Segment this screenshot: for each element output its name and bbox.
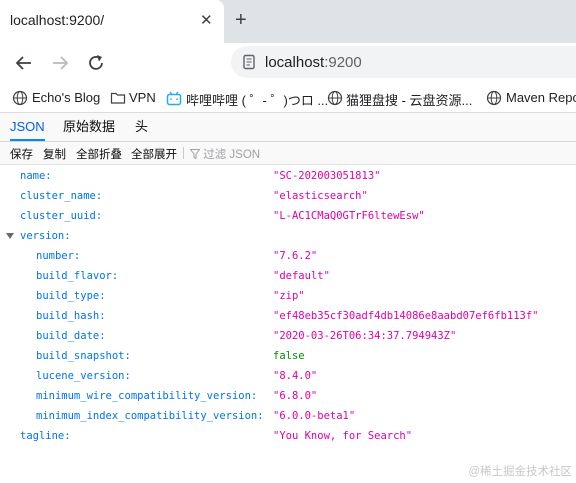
json-key: name: <box>20 170 52 182</box>
json-row[interactable]: name: "SC-202003051813" <box>0 166 576 186</box>
bookmark-label: 哔哩哔哩 ( ゜- ゜)つロ ... <box>186 93 329 108</box>
close-tab-icon[interactable]: ✕ <box>200 11 213 29</box>
json-key: minimum_index_compatibility_version: <box>36 410 264 422</box>
json-value: "zip" <box>273 290 305 302</box>
watermark: @稀土掘金技术社区 <box>468 466 572 478</box>
copy-button[interactable]: 复制 <box>43 146 66 162</box>
bookmark-maoli-pansou[interactable]: 猫狸盘搜 - 云盘资源... <box>327 89 473 108</box>
bookmark-vpn[interactable]: VPN <box>110 89 156 107</box>
json-key: build_type: <box>36 290 106 302</box>
json-key: cluster_uuid: <box>20 210 103 222</box>
save-button[interactable]: 保存 <box>10 146 33 162</box>
forward-arrow-icon[interactable] <box>49 52 71 74</box>
bookmark-bilibili[interactable]: 哔哩哔哩 ( ゜- ゜)つロ ... <box>166 89 328 108</box>
back-arrow-icon[interactable] <box>13 52 35 74</box>
bookmark-echos-blog[interactable]: Echo's Blog <box>12 89 101 107</box>
json-value: "7.6.2" <box>273 250 318 262</box>
json-value: "default" <box>273 270 330 282</box>
globe-icon <box>486 90 502 106</box>
expand-toggle-icon[interactable] <box>6 233 14 239</box>
json-key: build_snapshot: <box>36 350 131 362</box>
json-key: build_hash: <box>36 310 106 322</box>
bookmark-label: Echo's Blog <box>32 90 101 105</box>
json-value: false <box>273 350 305 362</box>
json-value: "elasticsearch" <box>273 190 368 202</box>
json-value: "L-AC1CMaQ0GTrF6ltewEsw" <box>273 210 425 222</box>
page-info-icon[interactable] <box>241 54 257 70</box>
json-value: "SC-202003051813" <box>273 170 381 182</box>
json-row[interactable]: cluster_name: "elasticsearch" <box>0 186 576 206</box>
json-row-version[interactable]: version: <box>0 226 576 246</box>
json-key: cluster_name: <box>20 190 103 202</box>
filter-json-input[interactable]: 过滤 JSON <box>189 146 261 162</box>
folder-icon <box>110 92 126 104</box>
address-port: :9200 <box>324 54 362 71</box>
address-bar[interactable]: localhost:9200 <box>231 46 576 78</box>
json-row[interactable]: build_hash: "ef48eb35cf30adf4db14086e8aa… <box>0 306 576 326</box>
toolbar-divider <box>183 147 184 159</box>
json-value: "You Know, for Search" <box>273 430 413 442</box>
json-key: tagline: <box>20 430 71 442</box>
json-viewer-tabs: JSON 原始数据 头 <box>0 113 576 142</box>
bookmark-label: 猫狸盘搜 - 云盘资源... <box>346 93 473 108</box>
filter-icon <box>189 149 201 160</box>
json-key: build_date: <box>36 330 106 342</box>
bookmark-label: Maven Repo <box>506 90 576 105</box>
json-row[interactable]: build_date: "2020-03-26T06:34:37.794943Z… <box>0 326 576 346</box>
json-key: lucene_version: <box>36 370 131 382</box>
json-row[interactable]: lucene_version: "8.4.0" <box>0 366 576 386</box>
globe-icon <box>12 90 28 106</box>
tab-json[interactable]: JSON <box>10 113 45 141</box>
bookmark-label: VPN <box>129 90 156 105</box>
browser-tab[interactable]: localhost:9200/ ✕ <box>0 0 224 43</box>
tab-raw-data[interactable]: 原始数据 <box>63 113 115 141</box>
new-tab-button[interactable]: + <box>235 9 247 32</box>
json-viewer-toolbar: 保存 复制 全部折叠 全部展开 过滤 JSON <box>0 142 576 165</box>
bilibili-icon <box>166 91 182 106</box>
json-row[interactable]: minimum_index_compatibility_version: "6.… <box>0 406 576 426</box>
tab-headers[interactable]: 头 <box>135 113 148 141</box>
json-value: "ef48eb35cf30adf4db14086e8aabd07ef6fb113… <box>273 310 539 322</box>
json-value: "6.0.0-beta1" <box>273 410 356 422</box>
reload-icon[interactable] <box>85 52 107 74</box>
collapse-all-button[interactable]: 全部折叠 <box>76 146 122 162</box>
expand-all-button[interactable]: 全部展开 <box>131 146 177 162</box>
json-row[interactable]: tagline: "You Know, for Search" <box>0 426 576 446</box>
address-host: localhost <box>265 54 325 71</box>
json-row[interactable]: build_snapshot: false <box>0 346 576 366</box>
json-key: build_flavor: <box>36 270 119 282</box>
json-row[interactable]: cluster_uuid: "L-AC1CMaQ0GTrF6ltewEsw" <box>0 206 576 226</box>
address-text[interactable]: localhost:9200 <box>265 54 362 71</box>
json-value: "6.8.0" <box>273 390 318 402</box>
globe-icon <box>327 90 343 106</box>
json-row[interactable]: number: "7.6.2" <box>0 246 576 266</box>
json-key: minimum_wire_compatibility_version: <box>36 390 258 402</box>
bookmark-maven-repo[interactable]: Maven Repo <box>486 89 576 107</box>
json-row[interactable]: build_flavor: "default" <box>0 266 576 286</box>
bookmarks-bar: Echo's Blog VPN 哔哩哔哩 ( ゜- ゜)つロ ... 猫狸盘搜 … <box>0 84 576 113</box>
tab-strip: localhost:9200/ ✕ + <box>0 0 576 43</box>
filter-placeholder: 过滤 JSON <box>203 149 261 161</box>
json-key: number: <box>36 250 81 262</box>
json-row[interactable]: minimum_wire_compatibility_version: "6.8… <box>0 386 576 406</box>
tab-title: localhost:9200/ <box>10 12 105 28</box>
json-value: "8.4.0" <box>273 370 318 382</box>
json-value: "2020-03-26T06:34:37.794943Z" <box>273 330 457 342</box>
json-row[interactable]: build_type: "zip" <box>0 286 576 306</box>
json-key: version: <box>20 230 71 242</box>
browser-toolbar: localhost:9200 <box>0 43 576 84</box>
